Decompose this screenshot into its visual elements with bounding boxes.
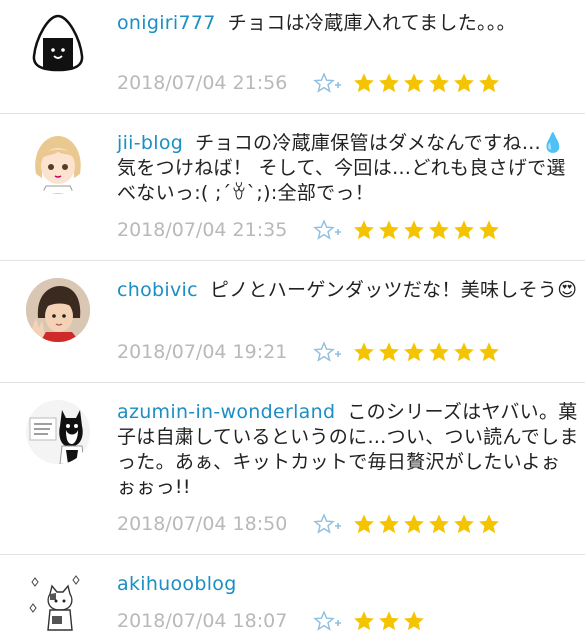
comment-text: チョコの冷蔵庫保管はダメなんですね…💧気をつけねば！ そして、今回は…どれも良さ… (117, 132, 566, 204)
avatar[interactable] (26, 572, 90, 636)
star-icon (479, 514, 499, 534)
comment-body: onigiri777 チョコは冷蔵庫入れてました。。。 (117, 11, 579, 36)
username-link[interactable]: jii-blog (117, 132, 183, 154)
star-rating (353, 610, 428, 632)
divider (0, 554, 585, 555)
add-star-icon[interactable] (313, 340, 349, 364)
star-icon (404, 611, 424, 631)
add-star-icon[interactable] (313, 512, 349, 536)
star-icon (429, 220, 449, 240)
star-icon (404, 342, 424, 362)
divider (0, 382, 585, 383)
comment-meta: 2018/07/04 19:21 (117, 339, 503, 365)
star-icon (354, 342, 374, 362)
star-icon (429, 73, 449, 93)
comment-body: akihuooblog (117, 572, 579, 597)
avatar[interactable] (26, 10, 90, 74)
cat-doodle-icon (26, 572, 90, 636)
avatar[interactable] (26, 130, 90, 194)
cat-illustration-icon (26, 400, 90, 464)
star-icon (354, 514, 374, 534)
comment-date: 2018/07/04 19:21 (117, 341, 288, 363)
star-icon (454, 220, 474, 240)
star-icon (479, 220, 499, 240)
star-icon (379, 342, 399, 362)
child-peace-sign-icon (26, 278, 90, 342)
star-icon (454, 514, 474, 534)
comment-meta: 2018/07/04 18:50 (117, 511, 503, 537)
comment-date: 2018/07/04 21:56 (117, 72, 288, 94)
star-icon (379, 220, 399, 240)
comment-date: 2018/07/04 18:07 (117, 610, 288, 632)
star-icon (354, 73, 374, 93)
comment-meta: 2018/07/04 21:35 (117, 217, 503, 243)
username-link[interactable]: chobivic (117, 279, 198, 301)
star-icon (379, 611, 399, 631)
star-icon (454, 342, 474, 362)
comment-body: chobivic ピノとハーゲンダッツだな！美味しそう😍 (117, 278, 579, 303)
star-icon (429, 514, 449, 534)
username-link[interactable]: akihuooblog (117, 573, 237, 595)
comment-body: azumin-in-wonderland このシリーズはヤバい。菓子は自粛している… (117, 400, 579, 500)
star-icon (454, 73, 474, 93)
star-rating (353, 341, 503, 363)
comment-body: jii-blog チョコの冷蔵庫保管はダメなんですね…💧気をつけねば！ そして、今… (117, 131, 579, 206)
add-star-icon[interactable] (313, 218, 349, 242)
star-rating (353, 72, 503, 94)
star-icon (379, 514, 399, 534)
star-icon (404, 514, 424, 534)
divider (0, 113, 585, 114)
star-icon (404, 220, 424, 240)
comment-meta: 2018/07/04 18:07 (117, 608, 428, 634)
comment-date: 2018/07/04 21:35 (117, 219, 288, 241)
star-icon (479, 342, 499, 362)
star-rating (353, 219, 503, 241)
star-icon (354, 220, 374, 240)
star-icon (379, 73, 399, 93)
username-link[interactable]: azumin-in-wonderland (117, 401, 335, 423)
star-icon (429, 342, 449, 362)
comment-meta: 2018/07/04 21:56 (117, 70, 503, 96)
avatar[interactable] (26, 278, 90, 342)
avatar[interactable] (26, 400, 90, 464)
divider (0, 260, 585, 261)
add-star-icon[interactable] (313, 71, 349, 95)
star-icon (479, 73, 499, 93)
star-rating (353, 513, 503, 535)
comment-date: 2018/07/04 18:50 (117, 513, 288, 535)
comment-text: ピノとハーゲンダッツだな！美味しそう😍 (209, 279, 578, 301)
star-icon (354, 611, 374, 631)
anime-girl-icon (26, 130, 90, 194)
onigiri-icon (32, 14, 84, 72)
star-icon (404, 73, 424, 93)
add-star-icon[interactable] (313, 609, 349, 633)
username-link[interactable]: onigiri777 (117, 12, 216, 34)
comment-text: チョコは冷蔵庫入れてました。。。 (227, 12, 516, 34)
